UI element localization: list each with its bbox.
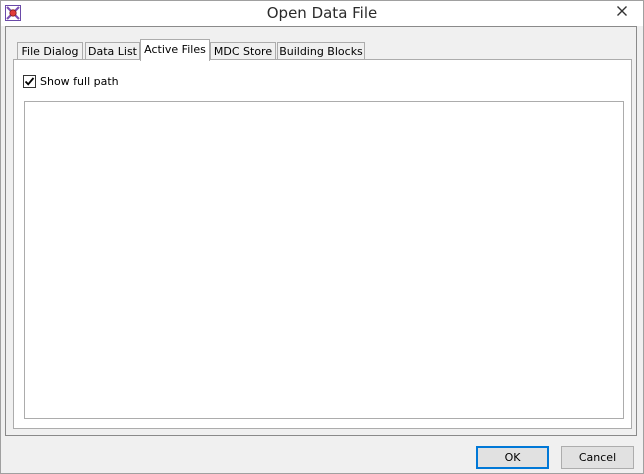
show-full-path-option[interactable]: Show full path [23,73,119,89]
cancel-button[interactable]: Cancel [561,446,634,469]
open-data-file-dialog: Open Data File File Dialog Data List Act… [0,0,644,474]
close-button[interactable] [605,1,639,21]
close-icon [617,6,627,16]
show-full-path-label: Show full path [40,74,119,88]
tab-active-files[interactable]: Active Files [140,39,210,61]
window-title: Open Data File [266,4,378,22]
checkmark-icon [24,76,35,86]
title-bar: Open Data File [1,1,643,26]
show-full-path-checkbox[interactable] [23,74,36,88]
ok-button[interactable]: OK [476,446,549,469]
active-files-list[interactable] [24,101,624,419]
